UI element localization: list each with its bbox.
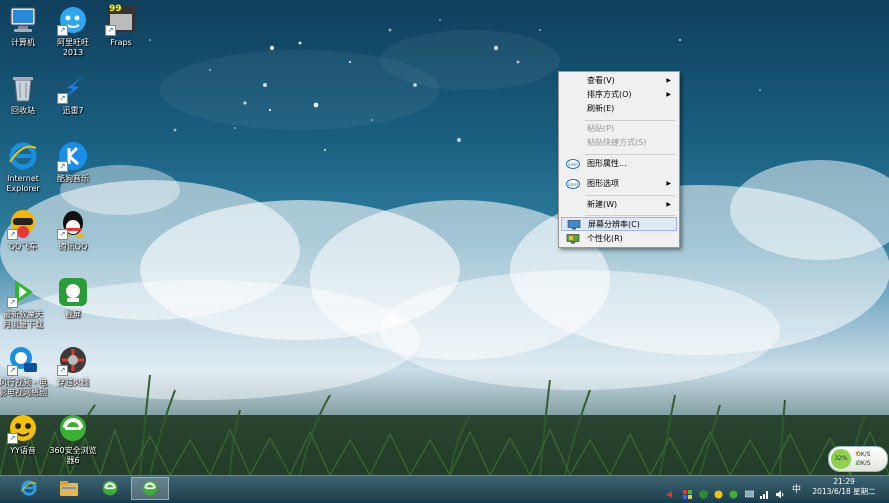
svg-text:intel: intel [568,182,578,188]
computer-icon [7,4,39,36]
menu-item-screen-resolution[interactable]: 屏幕分辨率(C) [561,217,677,231]
submenu-arrow-icon: ▶ [666,91,671,98]
flag-icon[interactable] [683,484,692,499]
xunlei-icon: ↗ [57,72,89,104]
memory-percent: 32% [831,449,851,469]
network-monitor-widget[interactable]: 32% ↑ 0K/S ↓ 0K/S [828,446,888,472]
upload-speed: 0K/S [857,451,871,458]
taskbar-360-browser-active-button[interactable] [131,477,169,500]
shortcut-arrow-icon: ↗ [7,297,18,308]
menu-item-refresh[interactable]: 刷新(E) [561,102,677,116]
clock-time: 21:29 [833,477,855,486]
funshion-icon: ↗ [7,344,39,376]
recycle-bin-icon [7,72,39,104]
menu-item-graphics-properties[interactable]: intel 图形属性... [561,157,677,171]
yy-icon: ↗ [7,412,39,444]
menu-item-new[interactable]: 新建(W) ▶ [561,198,677,212]
360-browser-icon [141,479,159,501]
ime-indicator[interactable]: 中 [792,482,801,495]
display-icon [567,220,581,230]
shortcut-arrow-icon: ↗ [57,93,68,104]
app-tray-icon[interactable] [714,484,723,499]
shield-icon[interactable] [699,484,708,499]
download-speed: 0K/S [857,460,871,467]
360-browser-icon [57,412,89,444]
crossfire-icon: ↗ [57,344,89,376]
taskbar-clock[interactable]: 21:29 2013/6/18 星期二 [804,477,884,497]
taskbar-360-browser-button[interactable] [91,477,129,500]
desktop-icon-qq[interactable]: ↗ 腾讯QQ [42,208,104,252]
shortcut-arrow-icon: ↗ [7,365,18,376]
speaker-icon[interactable] [666,484,675,498]
desktop-icon-crossfire[interactable]: ↗ 穿越火线 [42,344,104,388]
menu-item-personalize[interactable]: 个性化(R) [561,232,677,246]
360-browser-icon [101,479,119,501]
intel-icon: intel [566,159,580,169]
folder-icon [59,480,79,501]
desktop-context-menu: 查看(V) ▶ 排序方式(O) ▶ 刷新(E) 粘贴(P) 粘贴快捷方式(S) … [558,71,680,248]
menu-separator [585,154,675,155]
svg-text:intel: intel [568,162,578,168]
shortcut-arrow-icon: ↗ [7,229,18,240]
menu-item-paste[interactable]: 粘贴(P) [561,122,677,136]
desktop-icon-screenshot-app[interactable]: 截屏 [42,276,104,320]
personalize-icon [566,234,580,244]
menu-separator [585,195,675,196]
qq-speed-icon: ↗ [7,208,39,240]
ie-icon [7,140,39,172]
menu-item-sort-by[interactable]: 排序方式(O) ▶ [561,88,677,102]
taskbar: 中 [0,475,889,501]
menu-item-graphics-options[interactable]: intel 图形选项 ▶ [561,177,677,191]
wallpaper-grass [0,374,889,475]
desktop-icon-xunlei[interactable]: ↗ 迅雷7 [42,72,104,116]
clock-date: 2013/6/18 星期二 [812,487,876,496]
fraps-icon: 99 ↗ [105,4,137,36]
shortcut-arrow-icon: ↗ [57,161,68,172]
submenu-arrow-icon: ▶ [666,201,671,208]
submenu-arrow-icon: ▶ [666,180,671,187]
wallpaper-clouds [0,160,889,400]
menu-separator [585,215,675,216]
submenu-arrow-icon: ▶ [666,77,671,84]
intel-icon: intel [566,179,580,189]
monitor-tray-icon[interactable] [744,484,755,498]
download-icon: ↗ [7,276,39,308]
qq-icon: ↗ [57,208,89,240]
shortcut-arrow-icon: ↗ [105,25,116,36]
volume-icon[interactable] [776,484,785,499]
ie-icon [20,479,38,501]
network-icon[interactable] [760,484,769,499]
desktop-icon-fraps[interactable]: 99 ↗ Fraps [90,4,152,48]
menu-item-paste-shortcut[interactable]: 粘贴快捷方式(S) [561,136,677,150]
taskbar-ie-button[interactable] [10,477,48,500]
shortcut-arrow-icon: ↗ [57,25,68,36]
screenshot-app-icon [57,276,89,308]
aliwangwang-icon: ↗ [57,4,89,36]
fraps-badge: 99 [109,4,122,14]
desktop-icon-360-browser[interactable]: 360安全浏览 器6 [42,412,104,466]
security-tray-icon[interactable] [729,484,738,499]
shortcut-arrow-icon: ↗ [57,229,68,240]
desktop-icon-kugou[interactable]: ↗ 酷狗音乐 [42,140,104,184]
shortcut-arrow-icon: ↗ [57,365,68,376]
taskbar-explorer-button[interactable] [50,477,88,500]
shortcut-arrow-icon: ↗ [7,433,18,444]
menu-item-view[interactable]: 查看(V) ▶ [561,74,677,88]
kugou-icon: ↗ [57,140,89,172]
menu-separator [585,120,675,121]
